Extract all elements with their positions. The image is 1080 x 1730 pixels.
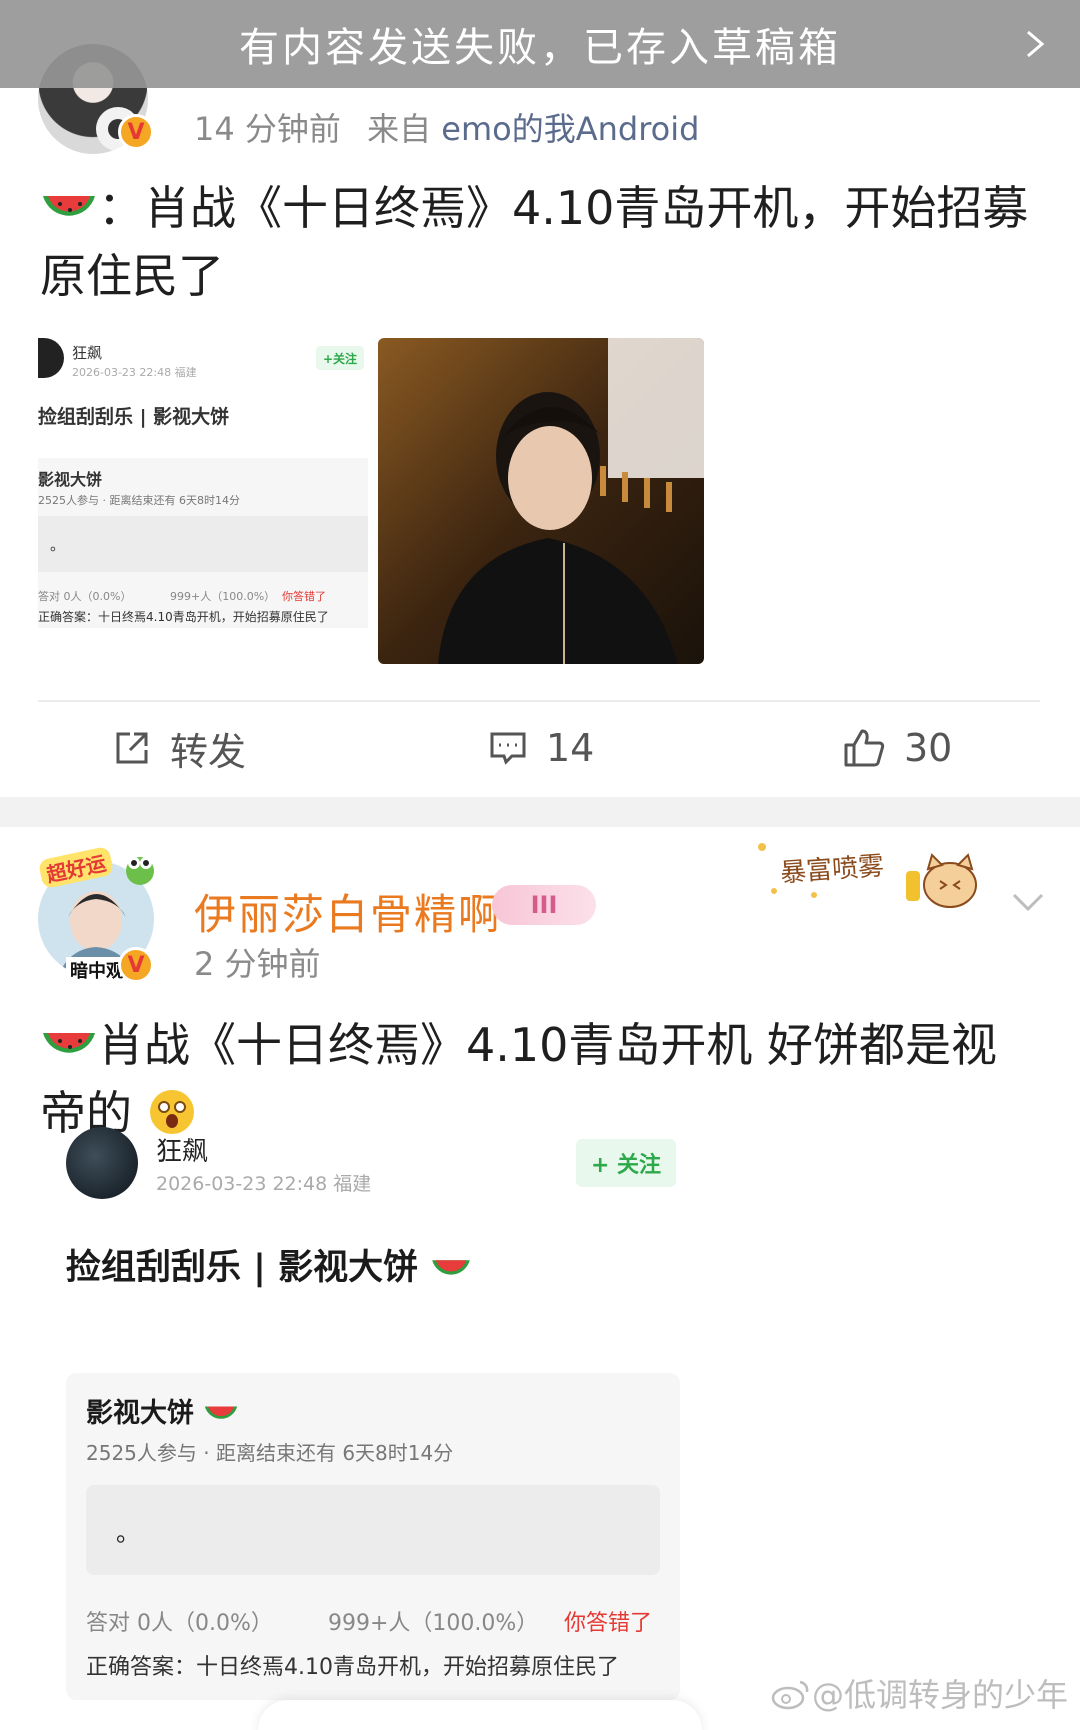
mini-avatar — [38, 338, 64, 378]
feed-separator — [0, 797, 1080, 827]
member-level-badge: III — [492, 885, 596, 925]
divider — [38, 700, 1040, 702]
poll-wrong-tag: 你答错了 — [564, 1611, 653, 1636]
embed-follow-button: + 关注 — [576, 1139, 676, 1187]
mini-option-text: 。 — [50, 536, 66, 554]
frog-sticker-icon — [126, 857, 154, 885]
poll-right-stat: 答对 0人（0.0%） — [86, 1611, 273, 1636]
embed-date: 2026-03-23 22:48 福建 — [156, 1173, 372, 1195]
mini-user: 狂飙 — [72, 344, 103, 362]
post-text: ：肖战《十日终焉》4.10青岛开机，开始招募原住民了 — [40, 174, 1040, 310]
weibo-watermark: @低调转身的少年 — [770, 1670, 1068, 1716]
mini-right-stat: 答对 0人（0.0%） — [38, 590, 132, 603]
attached-image-1[interactable]: 狂飙 2026-03-23 22:48 福建 +关注 捡组刮刮乐 | 影视大饼 … — [38, 338, 368, 664]
mini-wrong-stat: 999+人（100.0%） — [170, 590, 276, 603]
watermark-text: @低调转身的少年 — [811, 1676, 1068, 1714]
watermelon-icon — [205, 1406, 238, 1419]
mini-poll-title: 影视大饼 — [38, 470, 103, 489]
poll-option-text: 。 — [116, 1519, 140, 1547]
watermelon-icon — [43, 1033, 95, 1053]
username[interactable]: 伊丽莎白骨精啊 — [194, 881, 502, 942]
post-card-1: V 14 分钟前 来自 emo的我Android ：肖战《十日终焉》4.10青岛… — [0, 0, 1080, 795]
embed-avatar — [66, 1127, 138, 1199]
embed-user: 狂飙 — [156, 1137, 209, 1167]
toast-text: 有内容发送失败，已存入草稿箱 — [239, 25, 841, 71]
watermelon-icon — [432, 1260, 471, 1275]
repost-label: 转发 — [170, 729, 247, 774]
weibo-logo-icon — [771, 1680, 809, 1710]
draft-saved-toast[interactable]: 有内容发送失败，已存入草稿箱 — [0, 0, 1080, 88]
post-time: 14 分钟前 — [194, 110, 341, 148]
mini-poll-sub: 2525人参与 · 距离结束还有 6天8时14分 — [38, 494, 240, 507]
bottom-bar — [258, 1700, 702, 1730]
embed-poll: 影视大饼 2525人参与 · 距离结束还有 6天8时14分 。 答对 0人（0.… — [66, 1373, 680, 1700]
post-from-label: 来自 — [367, 110, 432, 148]
portrait-photo — [378, 338, 704, 664]
post-meta: 14 分钟前 来自 emo的我Android — [194, 104, 699, 150]
repost-icon — [116, 732, 148, 764]
post-source[interactable]: emo的我Android — [441, 110, 699, 148]
poll-wrong-stat: 999+人（100.0%） — [328, 1611, 539, 1636]
comment-button[interactable]: 14 — [488, 716, 594, 780]
poll-title-text: 影视大饼 — [86, 1398, 194, 1429]
mini-poll: 影视大饼 2525人参与 · 距离结束还有 6天8时14分 。 答对 0人（0.… — [38, 458, 368, 628]
embed-title-text: 捡组刮刮乐 | 影视大饼 — [66, 1248, 419, 1288]
embed-title: 捡组刮刮乐 | 影视大饼 — [66, 1239, 472, 1290]
mini-title: 捡组刮刮乐 | 影视大饼 — [38, 406, 230, 428]
like-button[interactable]: 30 — [842, 716, 952, 780]
poll-option: 。 — [86, 1485, 660, 1575]
attached-image-2[interactable] — [378, 338, 704, 664]
thumbs-up-icon — [844, 729, 885, 767]
comment-count: 14 — [546, 726, 595, 770]
mini-poll-option: 。 — [38, 516, 368, 572]
post-card-2: 超好运 暗中观 V 伊丽莎白骨精啊 III 暴富喷雾 2 分钟前 肖战《十日终焉… — [0, 827, 1080, 1730]
poll-title: 影视大饼 — [86, 1391, 239, 1430]
watermelon-icon — [43, 196, 95, 216]
mini-wrong-tag: 你答错了 — [282, 590, 326, 603]
cat-spray-icon — [758, 843, 977, 908]
mini-answer: 正确答案：十日终焉4.10青岛开机，开始招募原住民了 — [38, 610, 329, 624]
mini-date: 2026-03-23 22:48 福建 — [72, 366, 197, 379]
chevron-right-icon — [1027, 30, 1045, 58]
decoration-sticker: 暴富喷雾 — [754, 835, 1004, 923]
poll-answer: 正确答案：十日终焉4.10青岛开机，开始招募原住民了 — [86, 1655, 619, 1680]
like-count: 30 — [904, 726, 953, 770]
post-text-body: ：肖战《十日终焉》4.10青岛开机，开始招募原住民了 — [40, 181, 1029, 303]
mini-follow-button: +关注 — [316, 346, 364, 370]
comment-icon — [490, 732, 526, 765]
repost-button[interactable]: 转发 — [112, 716, 246, 780]
post-time: 2 分钟前 — [194, 945, 321, 983]
verified-badge-icon: V — [118, 947, 154, 983]
chevron-down-icon[interactable] — [1008, 887, 1048, 917]
poll-subtitle: 2525人参与 · 距离结束还有 6天8时14分 — [86, 1441, 454, 1465]
verified-badge-icon: V — [118, 114, 154, 150]
